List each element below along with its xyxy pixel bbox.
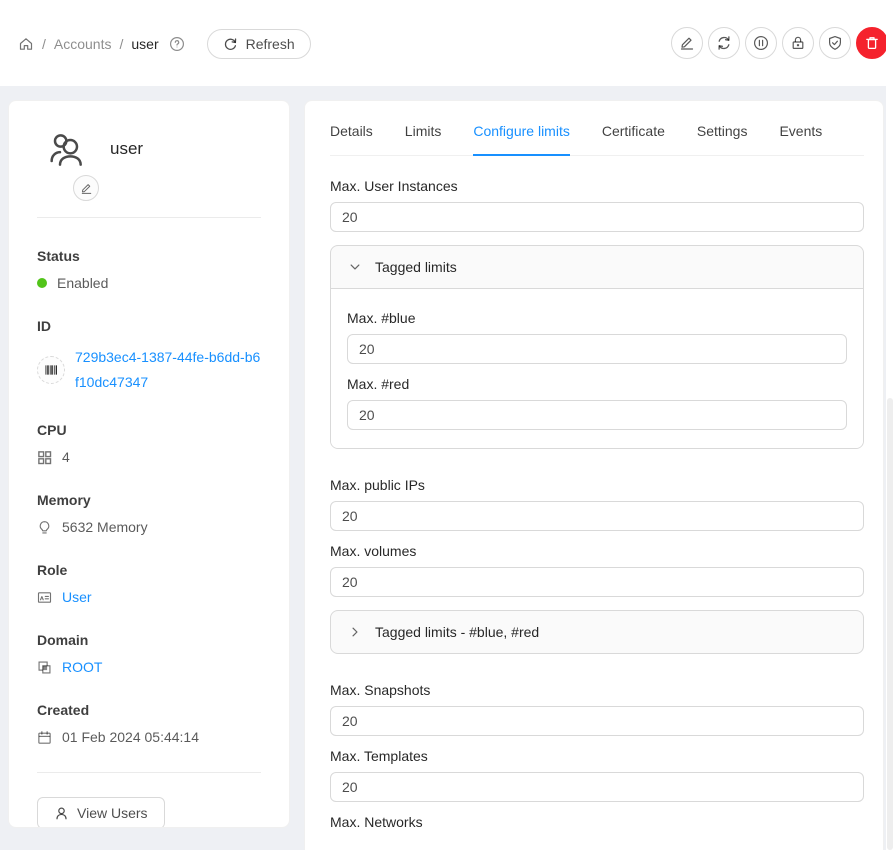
tab-limits[interactable]: Limits bbox=[405, 121, 442, 141]
idcard-icon bbox=[37, 590, 52, 605]
max-blue-label: Max. #blue bbox=[347, 310, 847, 326]
team-avatar-icon bbox=[46, 129, 86, 169]
max-templates-label: Max. Templates bbox=[330, 748, 864, 764]
top-bar: / Accounts / user Refresh bbox=[0, 0, 894, 86]
scrollbar-track[interactable] bbox=[886, 0, 894, 850]
update-resource-count-button[interactable] bbox=[708, 27, 740, 59]
field-id: ID 729b3ec4-1387-44fe-b6dd-b6f10dc47347 bbox=[37, 318, 263, 395]
lock-icon bbox=[790, 35, 806, 51]
sync-icon bbox=[716, 35, 732, 51]
tab-configure-limits[interactable]: Configure limits bbox=[473, 121, 569, 141]
refresh-button-label: Refresh bbox=[246, 36, 295, 52]
max-blue-input[interactable] bbox=[347, 334, 847, 364]
view-users-label: View Users bbox=[77, 805, 148, 821]
scrollbar-thumb[interactable] bbox=[887, 398, 893, 850]
field-memory: Memory 5632 Memory bbox=[37, 492, 263, 535]
disable-account-button[interactable] bbox=[745, 27, 777, 59]
barcode-icon bbox=[37, 356, 65, 384]
field-created: Created 01 Feb 2024 05:44:14 bbox=[37, 702, 263, 745]
account-name: user bbox=[110, 139, 143, 159]
field-status-label: Status bbox=[37, 248, 263, 264]
add-certificate-button[interactable] bbox=[819, 27, 851, 59]
max-snapshots-input[interactable] bbox=[330, 706, 864, 736]
field-created-label: Created bbox=[37, 702, 263, 718]
block-icon bbox=[37, 660, 52, 675]
tagged-limits-collapsed-panel-title: Tagged limits - #blue, #red bbox=[375, 624, 539, 640]
tagged-limits-collapsed-panel: Tagged limits - #blue, #red bbox=[330, 610, 864, 654]
field-cpu-label: CPU bbox=[37, 422, 263, 438]
home-icon[interactable] bbox=[18, 36, 34, 52]
tab-details[interactable]: Details bbox=[330, 121, 373, 141]
trash-icon bbox=[864, 35, 880, 51]
pencil-icon bbox=[80, 182, 93, 195]
header-actions bbox=[671, 27, 888, 59]
reload-icon bbox=[223, 37, 238, 52]
pause-circle-icon bbox=[753, 35, 769, 51]
edit-icon bbox=[679, 35, 695, 51]
max-networks-label: Max. Networks bbox=[330, 814, 864, 830]
lock-account-button[interactable] bbox=[782, 27, 814, 59]
max-red-label: Max. #red bbox=[347, 376, 847, 392]
question-circle-icon[interactable] bbox=[169, 36, 185, 52]
tagged-limits-panel-header[interactable]: Tagged limits bbox=[331, 246, 863, 288]
user-icon bbox=[54, 806, 69, 821]
breadcrumb-user: user bbox=[131, 36, 158, 52]
max-volumes-input[interactable] bbox=[330, 567, 864, 597]
domain-link[interactable]: ROOT bbox=[62, 659, 102, 675]
breadcrumb-accounts[interactable]: Accounts bbox=[54, 36, 112, 52]
field-domain: Domain ROOT bbox=[37, 632, 263, 675]
max-public-ips-label: Max. public IPs bbox=[330, 477, 864, 493]
status-enabled-dot bbox=[37, 278, 47, 288]
tab-settings[interactable]: Settings bbox=[697, 121, 748, 141]
breadcrumb-separator: / bbox=[119, 36, 123, 52]
configure-limits-form: Max. User Instances Tagged limits Max. #… bbox=[330, 178, 864, 830]
appstore-icon bbox=[37, 450, 52, 465]
field-memory-label: Memory bbox=[37, 492, 263, 508]
created-value: 01 Feb 2024 05:44:14 bbox=[62, 729, 199, 745]
breadcrumb-separator: / bbox=[42, 36, 46, 52]
role-link[interactable]: User bbox=[62, 589, 92, 605]
refresh-button[interactable]: Refresh bbox=[207, 29, 311, 59]
memory-value: 5632 Memory bbox=[62, 519, 148, 535]
tab-bar: Details Limits Configure limits Certific… bbox=[330, 121, 864, 156]
chevron-right-icon bbox=[348, 625, 362, 639]
delete-account-button[interactable] bbox=[856, 27, 888, 59]
max-red-input[interactable] bbox=[347, 400, 847, 430]
max-volumes-label: Max. volumes bbox=[330, 543, 864, 559]
edit-account-button[interactable] bbox=[671, 27, 703, 59]
account-detail-card: Details Limits Configure limits Certific… bbox=[304, 100, 884, 850]
field-cpu: CPU 4 bbox=[37, 422, 263, 465]
account-id-link[interactable]: 729b3ec4-1387-44fe-b6dd-b6f10dc47347 bbox=[75, 345, 263, 395]
field-role: Role User bbox=[37, 562, 263, 605]
cpu-value: 4 bbox=[62, 449, 70, 465]
max-user-instances-input[interactable] bbox=[330, 202, 864, 232]
field-role-label: Role bbox=[37, 562, 263, 578]
field-status: Status Enabled bbox=[37, 248, 263, 291]
chevron-down-icon bbox=[348, 260, 362, 274]
max-user-instances-label: Max. User Instances bbox=[330, 178, 864, 194]
shield-check-icon bbox=[827, 35, 843, 51]
account-summary-card: user Status Enabled ID bbox=[8, 100, 290, 828]
breadcrumb: / Accounts / user Refresh bbox=[18, 29, 311, 59]
tagged-limits-collapsed-panel-header[interactable]: Tagged limits - #blue, #red bbox=[331, 611, 863, 653]
tab-certificate[interactable]: Certificate bbox=[602, 121, 665, 141]
divider bbox=[37, 772, 261, 773]
max-snapshots-label: Max. Snapshots bbox=[330, 682, 864, 698]
view-users-button[interactable]: View Users bbox=[37, 797, 165, 828]
status-value: Enabled bbox=[57, 275, 108, 291]
bulb-icon bbox=[37, 520, 52, 535]
edit-name-button[interactable] bbox=[73, 175, 99, 201]
tagged-limits-panel-title: Tagged limits bbox=[375, 259, 457, 275]
tagged-limits-panel: Tagged limits Max. #blue Max. #red bbox=[330, 245, 864, 449]
tab-events[interactable]: Events bbox=[779, 121, 822, 141]
max-public-ips-input[interactable] bbox=[330, 501, 864, 531]
max-templates-input[interactable] bbox=[330, 772, 864, 802]
calendar-icon bbox=[37, 730, 52, 745]
field-domain-label: Domain bbox=[37, 632, 263, 648]
field-id-label: ID bbox=[37, 318, 263, 334]
